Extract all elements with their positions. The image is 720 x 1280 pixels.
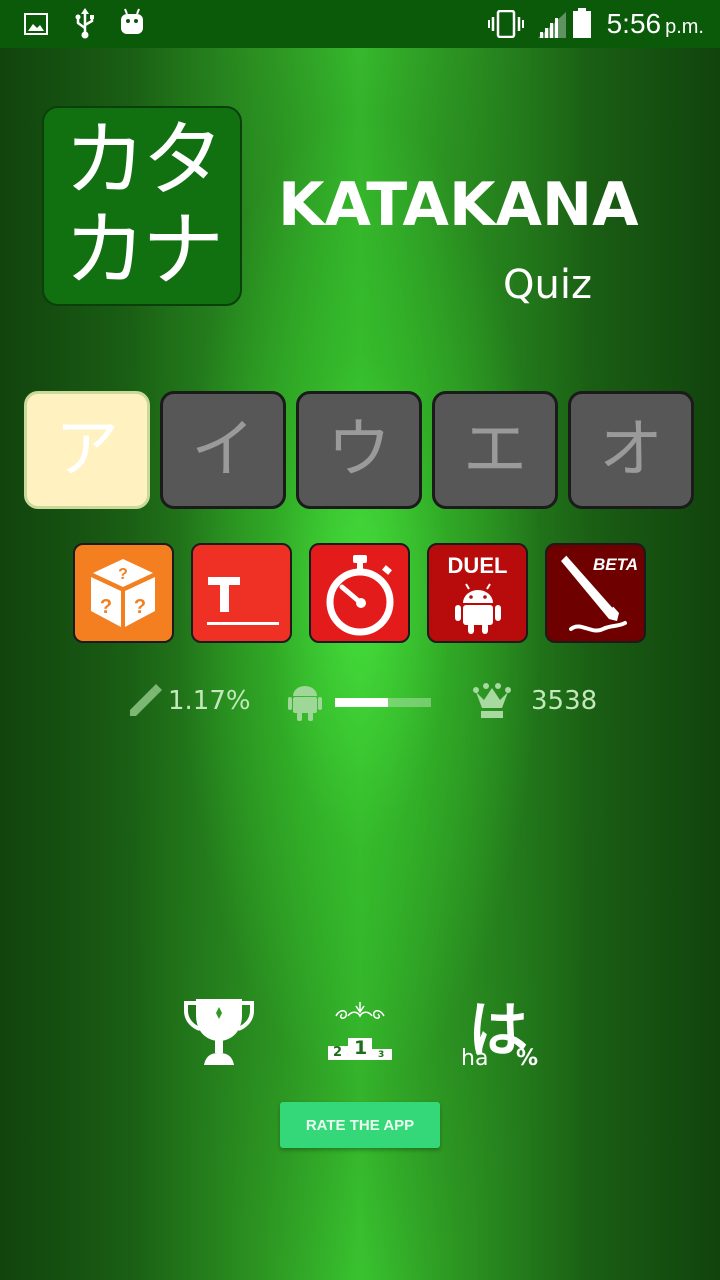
pencil-icon <box>130 684 162 716</box>
svg-text:?: ? <box>100 596 112 618</box>
android-debug-icon <box>121 8 143 34</box>
crown-score: 3538 <box>531 686 598 716</box>
status-bar: 5:56 p.m. <box>0 0 720 48</box>
android-icon <box>455 583 501 634</box>
kana-tab-a[interactable]: ア <box>24 391 150 509</box>
hiragana-romaji: ha <box>461 1046 489 1071</box>
mode-timed-button[interactable] <box>309 543 410 643</box>
image-icon <box>24 13 48 35</box>
mode-writing-button[interactable]: BETA <box>545 543 646 643</box>
battery-icon <box>573 8 591 38</box>
mode-typing-button[interactable] <box>191 543 292 643</box>
svg-text:?: ? <box>134 596 146 618</box>
logo-line-1: カタ <box>63 113 224 208</box>
podium-third: 3 <box>378 1050 385 1060</box>
kana-tab-i[interactable]: イ <box>160 391 286 509</box>
usb-icon <box>75 8 94 39</box>
kana-tab-o[interactable]: オ <box>568 391 694 509</box>
trophy-icon[interactable] <box>182 995 256 1067</box>
svg-text:?: ? <box>118 566 128 583</box>
clock-time: 5:56 <box>606 8 662 39</box>
app-title: KATAKANA <box>278 170 639 240</box>
rate-app-button[interactable]: RATE THE APP <box>280 1102 440 1148</box>
podium-first: 1 <box>354 1037 368 1059</box>
kana-tab-u[interactable]: ウ <box>296 391 422 509</box>
android-progress-bar <box>335 698 431 707</box>
signal-icon <box>538 12 566 38</box>
leaderboard-podium-icon[interactable]: 2 1 3 <box>326 1000 394 1062</box>
mode-duel-button[interactable]: DUEL <box>427 543 528 643</box>
podium-second: 2 <box>333 1045 343 1060</box>
writing-percent: 1.17% <box>168 686 251 716</box>
kana-tab-e[interactable]: エ <box>432 391 558 509</box>
pen-icon <box>561 554 627 633</box>
stats-row: 1.17% 3538 <box>0 680 720 726</box>
stopwatch-icon <box>326 555 394 636</box>
crown-icon <box>473 683 511 718</box>
clock: 5:56 p.m. <box>607 8 704 40</box>
ornament-icon <box>335 1002 385 1019</box>
hiragana-percent: % <box>516 1046 539 1071</box>
progress-fill <box>335 698 388 707</box>
logo-line-2: カナ <box>63 203 224 298</box>
vibrate-icon <box>488 10 524 38</box>
text-input-icon <box>207 577 279 625</box>
mode-random-button[interactable]: ? ? ? <box>73 543 174 643</box>
question-dice-icon: ? ? ? <box>91 559 155 627</box>
app-subtitle: Quiz <box>503 262 592 308</box>
clock-ampm: p.m. <box>665 16 704 38</box>
app-logo: カタ カナ <box>42 106 242 306</box>
hiragana-percent-icon[interactable]: は ha % <box>458 988 548 1074</box>
android-progress-icon <box>288 686 322 721</box>
